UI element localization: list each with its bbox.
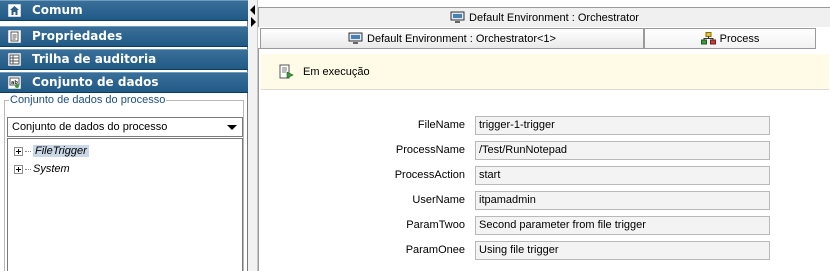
tree-connector [25,150,31,152]
expand-right-icon[interactable] [251,17,256,27]
accordion-propriedades-label: Propriedades [32,29,123,43]
process-content: Em execução FileName trigger-1-trigger P… [258,49,830,271]
accordion-conjunto-de-dados[interactable]: ab Conjunto de dados [0,72,248,93]
outer-tab[interactable]: Default Environment : Orchestrator [258,7,830,27]
field-value[interactable]: itpamadmin [475,191,770,210]
process-icon [700,32,716,45]
tab-strip: Default Environment : Orchestrator<1> Pr… [258,27,830,49]
tab-process-label: Process [719,32,760,45]
tab-orchestrator[interactable]: Default Environment : Orchestrator<1> [260,28,644,49]
monitor-icon [450,11,465,23]
field-label: ParamTwoo [406,219,465,231]
home-icon [8,4,21,17]
field-row-processaction: ProcessAction start [259,166,830,185]
dataset-select-value: Conjunto de dados do processo [12,121,168,133]
chevron-down-icon [227,125,237,130]
accordion-conjunto-label: Conjunto de dados [32,75,159,89]
tree-node-system[interactable]: System [14,162,70,176]
list-icon [8,53,21,66]
field-value[interactable]: start [475,166,770,185]
dataset-select[interactable]: Conjunto de dados do processo [7,117,243,137]
tab-process[interactable]: Process [644,28,816,49]
field-row-processname: ProcessName /Test/RunNotepad [259,141,830,160]
field-label: UserName [412,194,465,206]
accordion-propriedades[interactable]: Propriedades [0,26,248,47]
accordion-comum[interactable]: Comum [0,0,248,21]
dataset-icon: ab [8,76,21,89]
accordion-trilha-de-auditoria[interactable]: Trilha de auditoria [0,49,248,70]
document-icon [8,30,21,43]
field-label: ProcessAction [394,169,465,181]
field-value[interactable]: /Test/RunNotepad [475,141,770,160]
tree-node-label: FileTrigger [33,145,89,157]
collapse-left-icon[interactable] [250,5,255,15]
expand-icon[interactable] [14,146,23,156]
tree-connector [25,168,31,170]
main-area: Default Environment : Orchestrator Defau… [258,0,830,271]
accordion-comum-label: Comum [32,3,83,17]
panel-splitter[interactable] [248,0,258,271]
field-label: ParamOnee [405,244,465,256]
dataset-legend: Conjunto de dados do processo [9,94,167,106]
tree-node-label: System [33,163,70,175]
tab-strip-filler [816,28,830,49]
status-bar: Em execução [261,54,829,90]
accordion-trilha-label: Trilha de auditoria [32,52,157,66]
field-row-filename: FileName trigger-1-trigger [259,116,830,135]
left-panel: Comum Propriedades Trilha de auditoria a… [0,0,248,271]
field-value[interactable]: Using file trigger [475,241,770,260]
field-row-paramtwoo: ParamTwoo Second parameter from file tri… [259,216,830,235]
expand-icon[interactable] [14,164,23,174]
field-value[interactable]: Second parameter from file trigger [475,216,770,235]
tree-node-filetrigger[interactable]: FileTrigger [14,144,89,158]
field-row-paramonee: ParamOnee Using file trigger [259,241,830,260]
tab-orchestrator-label: Default Environment : Orchestrator<1> [367,32,556,45]
dataset-group: Conjunto de dados do processo Conjunto d… [4,94,244,271]
outer-tab-label: Default Environment : Orchestrator [469,11,639,24]
field-label: FileName [417,119,465,131]
dataset-tree: FileTrigger System [7,138,243,271]
field-value[interactable]: trigger-1-trigger [475,116,770,135]
monitor-icon [348,32,363,44]
running-icon [279,64,294,78]
field-label: ProcessName [395,144,465,156]
field-row-username: UserName itpamadmin [259,191,830,210]
status-text: Em execução [303,65,370,78]
